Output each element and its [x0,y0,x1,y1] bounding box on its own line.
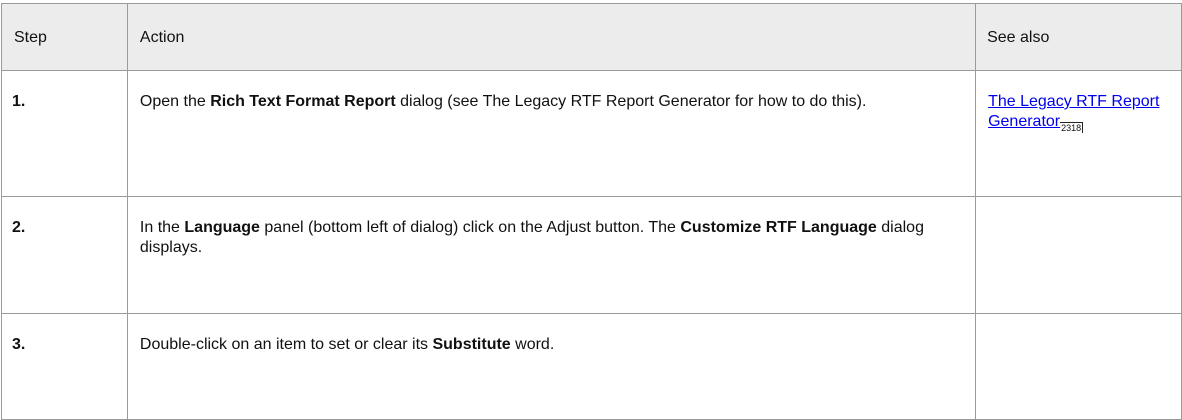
table-row: 1. Open the Rich Text Format Report dial… [1,70,1182,197]
step-number-cell: 2. [1,196,128,314]
action-text: Double-click on an item to set or clear … [139,336,555,353]
page-reference: 2318 [1060,122,1084,133]
step-number: 1. [12,93,26,110]
step-number-cell: 1. [1,70,128,197]
header-action: Action [126,3,977,71]
header-step: Step [1,3,128,71]
action-cell: In the Language panel (bottom left of di… [126,196,977,314]
action-text: In the Language panel (bottom left of di… [139,219,924,256]
step-number: 2. [12,219,26,236]
step-number: 3. [12,336,26,353]
table-row: 3. Double-click on an item to set or cle… [1,313,1182,420]
action-cell: Open the Rich Text Format Report dialog … [126,70,977,197]
table-header-row: Step Action See also [1,3,1182,71]
action-text: Open the Rich Text Format Report dialog … [139,93,867,110]
step-number-cell: 3. [1,313,128,420]
header-see-also: See also [975,3,1182,71]
see-also-cell [975,196,1182,314]
see-also-cell [975,313,1182,420]
table-row: 2. In the Language panel (bottom left of… [1,196,1182,314]
steps-table: Step Action See also 1. Open the Rich Te… [1,3,1182,420]
action-cell: Double-click on an item to set or clear … [126,313,977,420]
see-also-cell: The Legacy RTF Report Generator2318 [975,70,1182,197]
